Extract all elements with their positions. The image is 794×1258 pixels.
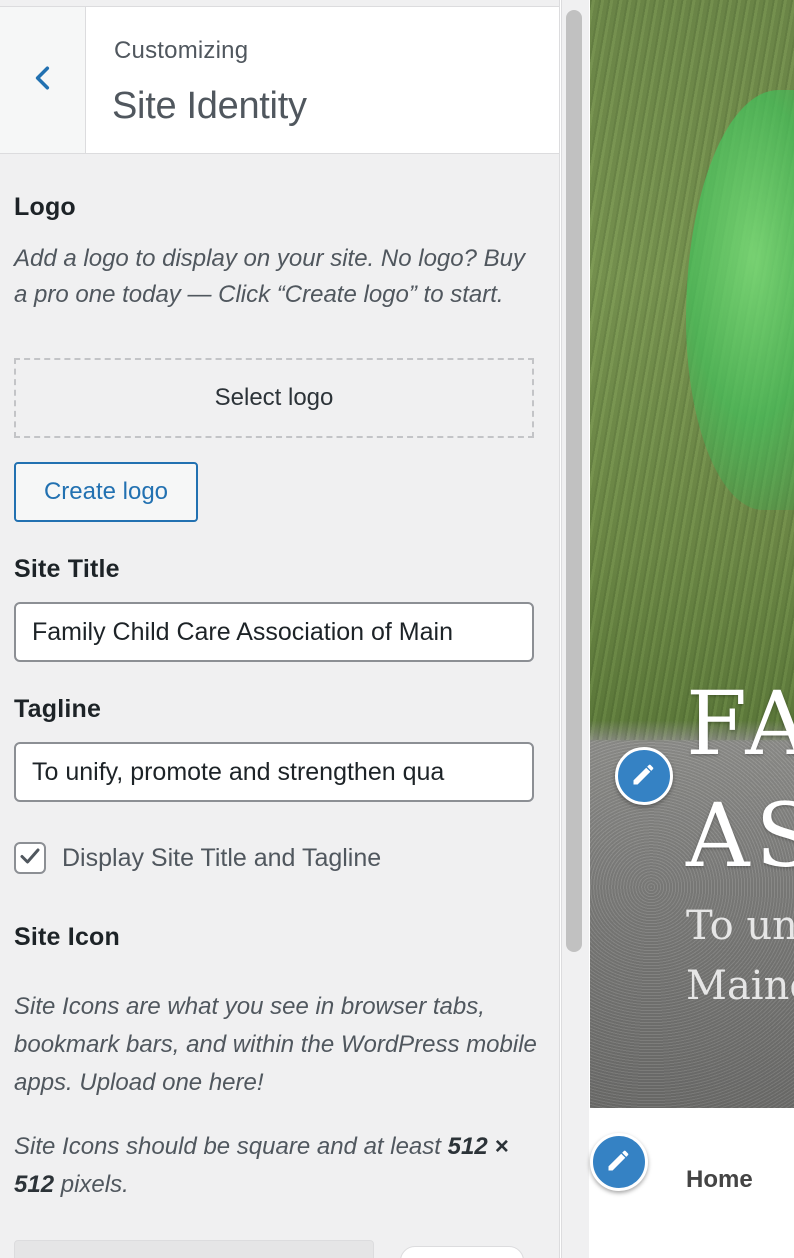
- hero-tagline: To un Maine: [686, 896, 794, 1016]
- edit-menu-pencil-button[interactable]: [590, 1133, 648, 1191]
- scrollbar-thumb[interactable]: [566, 10, 582, 952]
- logo-label: Logo: [14, 193, 76, 221]
- hero-title-line-1: FA: [686, 672, 794, 775]
- site-icon-requirement: Site Icons should be square and at least…: [14, 1128, 544, 1204]
- create-logo-button[interactable]: Create logo: [14, 462, 198, 522]
- requirement-prefix: Site Icons should be square and at least: [14, 1133, 441, 1160]
- site-preview: FA AS To un Maine Home: [590, 0, 794, 1258]
- site-icon-label: Site Icon: [14, 923, 120, 951]
- back-button[interactable]: [0, 7, 86, 153]
- nav-home-link[interactable]: Home: [686, 1166, 753, 1194]
- chevron-left-icon: [30, 65, 56, 96]
- site-title-label: Site Title: [14, 555, 120, 583]
- logo-description: Add a logo to display on your site. No l…: [14, 245, 525, 308]
- checkmark-icon: [18, 844, 42, 873]
- hero-site-title: FA AS: [686, 668, 794, 892]
- hero-tagline-line-2: Maine: [686, 963, 794, 1009]
- site-icon-preview-stub: [14, 1240, 374, 1258]
- hero-title-line-2: AS: [686, 784, 794, 887]
- hero-image: FA AS To un Maine: [590, 0, 794, 1108]
- customizing-label: Customizing: [114, 37, 249, 64]
- site-icon-description: Site Icons are what you see in browser t…: [14, 993, 537, 1096]
- tagline-label: Tagline: [14, 695, 102, 723]
- pencil-icon: [630, 760, 658, 793]
- display-title-label[interactable]: Display Site Title and Tagline: [62, 844, 381, 873]
- site-title-input[interactable]: Family Child Care Association of Main: [14, 602, 534, 662]
- panel-header: Customizing Site Identity: [0, 6, 559, 154]
- section-title: Site Identity: [112, 85, 307, 127]
- edit-title-pencil-button[interactable]: [615, 747, 673, 805]
- select-logo-button[interactable]: Select logo: [14, 358, 534, 438]
- customizer-panel: Customizing Site Identity Logo Add a log…: [0, 0, 560, 1258]
- requirement-suffix: pixels.: [60, 1171, 129, 1198]
- display-title-checkbox[interactable]: [14, 842, 46, 874]
- pencil-icon: [605, 1146, 633, 1179]
- tagline-input[interactable]: To unify, promote and strengthen qua: [14, 742, 534, 802]
- site-icon-button-stub[interactable]: [400, 1246, 524, 1258]
- hero-tagline-line-1: To un: [686, 903, 794, 949]
